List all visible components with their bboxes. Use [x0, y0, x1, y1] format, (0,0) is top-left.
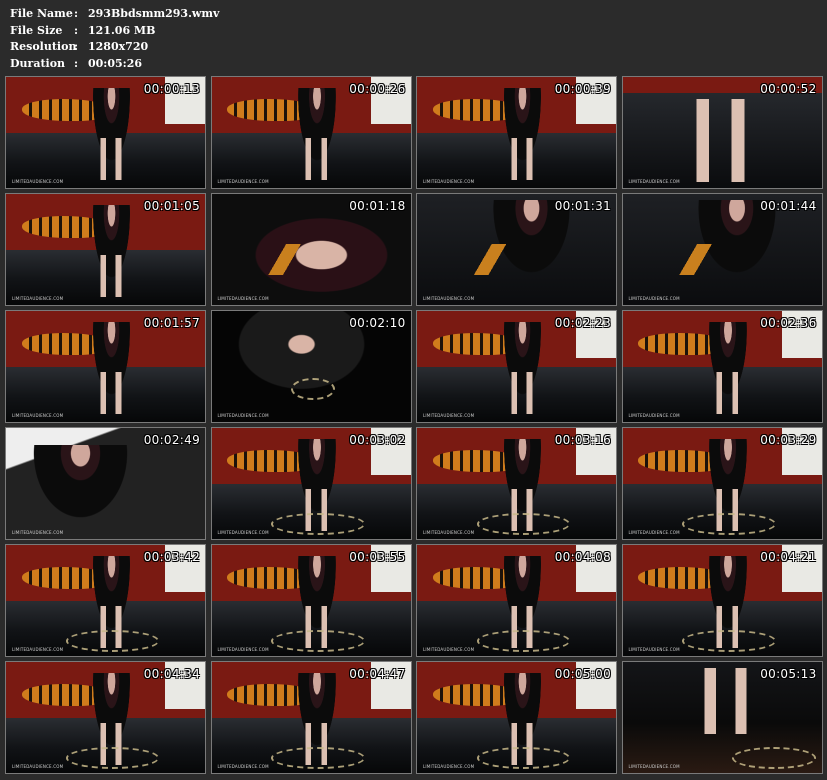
thumbnail-frame[interactable]: LIMITEDAUDIENCE.COM 00:02:49: [5, 427, 206, 540]
thumbnail-frame[interactable]: LIMITEDAUDIENCE.COM 00:02:23: [416, 310, 617, 423]
info-value: 121.06 MB: [88, 23, 156, 37]
thumbnail-timestamp: 00:01:18: [349, 199, 406, 213]
watermark-text: LIMITEDAUDIENCE.COM: [423, 647, 475, 652]
watermark-text: LIMITEDAUDIENCE.COM: [217, 179, 269, 184]
thumbnail-timestamp: 00:03:29: [760, 433, 817, 447]
info-separator: :: [74, 23, 79, 37]
thumbnail-timestamp: 00:02:10: [349, 316, 406, 330]
thumbnail-frame[interactable]: LIMITEDAUDIENCE.COM 00:01:05: [5, 193, 206, 306]
thumbnail-frame[interactable]: LIMITEDAUDIENCE.COM 00:03:55: [210, 544, 412, 657]
watermark-text: LIMITEDAUDIENCE.COM: [12, 647, 64, 652]
watermark-text: LIMITEDAUDIENCE.COM: [217, 647, 269, 652]
thumbnail-timestamp: 00:03:42: [143, 550, 200, 564]
thumbnail-timestamp: 00:01:31: [554, 199, 611, 213]
thumbnail-timestamp: 00:03:16: [554, 433, 611, 447]
watermark-text: LIMITEDAUDIENCE.COM: [12, 413, 64, 418]
watermark-text: LIMITEDAUDIENCE.COM: [628, 179, 680, 184]
thumbnail-frame[interactable]: LIMITEDAUDIENCE.COM 00:05:00: [416, 661, 617, 774]
info-row-resolution: Resolution : 1280x720: [10, 39, 219, 56]
thumbnail-timestamp: 00:04:08: [554, 550, 611, 564]
info-label: Duration: [10, 56, 66, 70]
thumbnail-timestamp: 00:05:00: [554, 667, 611, 681]
thumbnail-frame[interactable]: LIMITEDAUDIENCE.COM 00:04:34: [5, 661, 206, 774]
thumbnail-grid: LIMITEDAUDIENCE.COM 00:00:13 LIMITEDAUDIEN…: [5, 76, 823, 774]
watermark-text: LIMITEDAUDIENCE.COM: [423, 413, 475, 418]
info-separator: :: [74, 7, 79, 20]
thumbnail-timestamp: 00:00:52: [760, 82, 817, 96]
watermark-text: LIMITEDAUDIENCE.COM: [12, 296, 64, 301]
thumbnail-timestamp: 00:03:02: [349, 433, 406, 447]
thumbnail-timestamp: 00:05:13: [760, 667, 817, 681]
info-separator: :: [74, 40, 79, 53]
info-label: File Name: [10, 7, 73, 20]
thumbnail-timestamp: 00:04:47: [349, 667, 406, 681]
thumbnail-frame[interactable]: LIMITEDAUDIENCE.COM 00:03:42: [5, 544, 206, 657]
thumbnail-timestamp: 00:01:44: [760, 199, 817, 213]
info-row-file-size: File Size : 121.06 MB: [10, 23, 219, 40]
thumbnail-frame[interactable]: LIMITEDAUDIENCE.COM 00:03:16: [416, 427, 617, 540]
thumbnail-timestamp: 00:04:34: [143, 667, 200, 681]
thumbnail-frame[interactable]: LIMITEDAUDIENCE.COM 00:02:36: [621, 310, 823, 423]
thumbnail-timestamp: 00:01:57: [143, 316, 200, 330]
info-row-file-name: File Name : 293Bbdsmm293.wmv: [10, 6, 219, 23]
info-label: Resolution: [10, 40, 77, 53]
thumbnail-frame[interactable]: LIMITEDAUDIENCE.COM 00:03:02: [210, 427, 412, 540]
thumbnail-timestamp: 00:01:05: [143, 199, 200, 213]
thumbnail-frame[interactable]: LIMITEDAUDIENCE.COM 00:00:39: [416, 76, 617, 189]
watermark-text: LIMITEDAUDIENCE.COM: [423, 530, 475, 535]
thumbnail-frame[interactable]: LIMITEDAUDIENCE.COM 00:00:52: [621, 76, 823, 189]
thumbnail-timestamp: 00:00:39: [554, 82, 611, 96]
info-separator: :: [74, 56, 79, 70]
watermark-text: LIMITEDAUDIENCE.COM: [217, 530, 269, 535]
thumbnail-frame[interactable]: LIMITEDAUDIENCE.COM 00:01:18: [210, 193, 412, 306]
info-value: 1280x720: [88, 40, 149, 53]
watermark-text: LIMITEDAUDIENCE.COM: [217, 296, 269, 301]
file-info-header: File Name : 293Bbdsmm293.wmv File Size :…: [10, 6, 219, 72]
watermark-text: LIMITEDAUDIENCE.COM: [12, 530, 64, 535]
thumbnail-frame[interactable]: LIMITEDAUDIENCE.COM 00:04:47: [210, 661, 412, 774]
thumbnail-timestamp: 00:02:49: [143, 433, 200, 447]
thumbnail-timestamp: 00:03:55: [349, 550, 406, 564]
watermark-text: LIMITEDAUDIENCE.COM: [217, 764, 269, 769]
thumbnail-frame[interactable]: LIMITEDAUDIENCE.COM 00:02:10: [210, 310, 412, 423]
watermark-text: LIMITEDAUDIENCE.COM: [423, 296, 475, 301]
thumbnail-frame[interactable]: LIMITEDAUDIENCE.COM 00:04:08: [416, 544, 617, 657]
thumbnail-timestamp: 00:02:36: [760, 316, 817, 330]
watermark-text: LIMITEDAUDIENCE.COM: [628, 530, 680, 535]
thumbnail-timestamp: 00:02:23: [554, 316, 611, 330]
watermark-text: LIMITEDAUDIENCE.COM: [628, 296, 680, 301]
thumbnail-frame[interactable]: LIMITEDAUDIENCE.COM 00:04:21: [621, 544, 823, 657]
watermark-text: LIMITEDAUDIENCE.COM: [423, 764, 475, 769]
thumbnail-frame[interactable]: LIMITEDAUDIENCE.COM 00:00:26: [210, 76, 412, 189]
watermark-text: LIMITEDAUDIENCE.COM: [628, 413, 680, 418]
watermark-text: LIMITEDAUDIENCE.COM: [423, 179, 475, 184]
thumbnail-frame[interactable]: LIMITEDAUDIENCE.COM 00:01:57: [5, 310, 206, 423]
thumbnail-frame[interactable]: LIMITEDAUDIENCE.COM 00:05:13: [621, 661, 823, 774]
thumbnail-frame[interactable]: LIMITEDAUDIENCE.COM 00:00:13: [5, 76, 206, 189]
thumbnail-timestamp: 00:00:26: [349, 82, 406, 96]
watermark-text: LIMITEDAUDIENCE.COM: [628, 647, 680, 652]
info-value: 293Bbdsmm293.wmv: [88, 7, 220, 20]
watermark-text: LIMITEDAUDIENCE.COM: [12, 764, 64, 769]
watermark-text: LIMITEDAUDIENCE.COM: [217, 413, 269, 418]
thumbnail-timestamp: 00:04:21: [760, 550, 817, 564]
info-label: File Size: [10, 23, 63, 37]
thumbnail-frame[interactable]: LIMITEDAUDIENCE.COM 00:01:44: [621, 193, 823, 306]
info-row-duration: Duration : 00:05:26: [10, 56, 219, 73]
watermark-text: LIMITEDAUDIENCE.COM: [628, 764, 680, 769]
info-value: 00:05:26: [88, 56, 143, 70]
thumbnail-frame[interactable]: LIMITEDAUDIENCE.COM 00:01:31: [416, 193, 617, 306]
thumbnail-timestamp: 00:00:13: [143, 82, 200, 96]
watermark-text: LIMITEDAUDIENCE.COM: [12, 179, 64, 184]
thumbnail-frame[interactable]: LIMITEDAUDIENCE.COM 00:03:29: [621, 427, 823, 540]
